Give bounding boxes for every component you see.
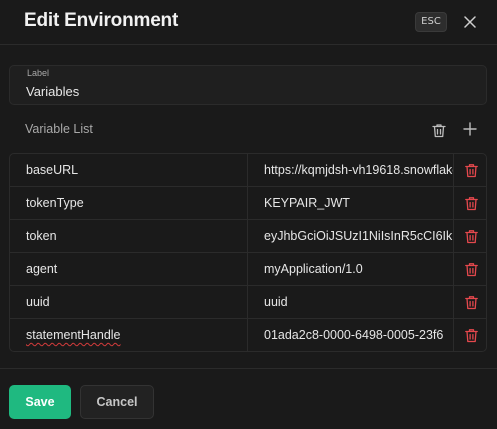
variable-value: uuid [264, 295, 288, 309]
footer-divider [0, 368, 497, 369]
variable-row: agent myApplication/1.0 [10, 253, 486, 286]
variable-key-cell[interactable]: uuid [10, 286, 248, 319]
save-button[interactable]: Save [9, 385, 71, 419]
variable-key: uuid [26, 295, 50, 309]
variable-key: tokenType [26, 196, 84, 210]
variable-key-cell[interactable]: baseURL [10, 154, 248, 187]
trash-icon [464, 329, 478, 343]
environment-name-label: Label [27, 68, 50, 78]
delete-variable-button[interactable] [454, 154, 486, 187]
variable-value-cell[interactable]: eyJhbGciOiJSUzI1NiIsInR5cCI6IkpXVCJ9 [248, 220, 454, 253]
variable-value-cell[interactable]: 01ada2c8-0000-6498-0005-23f6 [248, 319, 454, 351]
trash-icon [464, 263, 478, 277]
delete-variable-button[interactable] [454, 319, 486, 351]
esc-shortcut-badge: ESC [415, 12, 447, 32]
variable-value: KEYPAIR_JWT [264, 196, 350, 210]
variable-key-cell[interactable]: token [10, 220, 248, 253]
close-icon [464, 16, 476, 28]
delete-variable-button[interactable] [454, 286, 486, 319]
trash-icon [432, 123, 446, 137]
variable-row: uuid uuid [10, 286, 486, 319]
environment-name-input[interactable] [26, 81, 466, 101]
environment-name-field[interactable]: Label [9, 65, 487, 105]
trash-icon [464, 164, 478, 178]
variable-list-label: Variable List [25, 122, 93, 136]
variable-value-cell[interactable]: uuid [248, 286, 454, 319]
variable-row: statementHandle 01ada2c8-0000-6498-0005-… [10, 319, 486, 351]
modal-header: Edit Environment ESC [0, 0, 497, 45]
trash-icon [464, 296, 478, 310]
variable-value-cell[interactable]: https://kqmjdsh-vh19618.snowflakecomputi… [248, 154, 454, 187]
variable-key: agent [26, 262, 58, 276]
plus-icon [463, 122, 477, 136]
variable-value: eyJhbGciOiJSUzI1NiIsInR5cCI6IkpXVCJ9 [264, 229, 453, 243]
delete-variable-button[interactable] [454, 253, 486, 286]
delete-variable-button[interactable] [454, 187, 486, 220]
variable-row: tokenType KEYPAIR_JWT [10, 187, 486, 220]
variable-key: statementHandle [26, 328, 121, 342]
variable-value-cell[interactable]: myApplication/1.0 [248, 253, 454, 286]
variable-row: baseURL https://kqmjdsh-vh19618.snowflak… [10, 154, 486, 187]
variable-key-cell[interactable]: tokenType [10, 187, 248, 220]
delete-all-variables-button[interactable] [430, 121, 448, 139]
variable-row: token eyJhbGciOiJSUzI1NiIsInR5cCI6IkpXVC… [10, 220, 486, 253]
variables-table: baseURL https://kqmjdsh-vh19618.snowflak… [9, 153, 487, 352]
variable-value-cell[interactable]: KEYPAIR_JWT [248, 187, 454, 220]
variable-key-cell[interactable]: statementHandle [10, 319, 248, 351]
close-button[interactable] [460, 12, 480, 32]
variable-value: https://kqmjdsh-vh19618.snowflakecomputi… [264, 163, 453, 177]
trash-icon [464, 230, 478, 244]
variable-key: token [26, 229, 57, 243]
trash-icon [464, 197, 478, 211]
cancel-button[interactable]: Cancel [80, 385, 154, 419]
variable-key-cell[interactable]: agent [10, 253, 248, 286]
modal-title: Edit Environment [24, 10, 179, 31]
delete-variable-button[interactable] [454, 220, 486, 253]
variable-key: baseURL [26, 163, 79, 177]
variable-value: myApplication/1.0 [264, 262, 363, 276]
add-variable-button[interactable] [461, 120, 479, 138]
variable-value: 01ada2c8-0000-6498-0005-23f6 [264, 328, 444, 342]
